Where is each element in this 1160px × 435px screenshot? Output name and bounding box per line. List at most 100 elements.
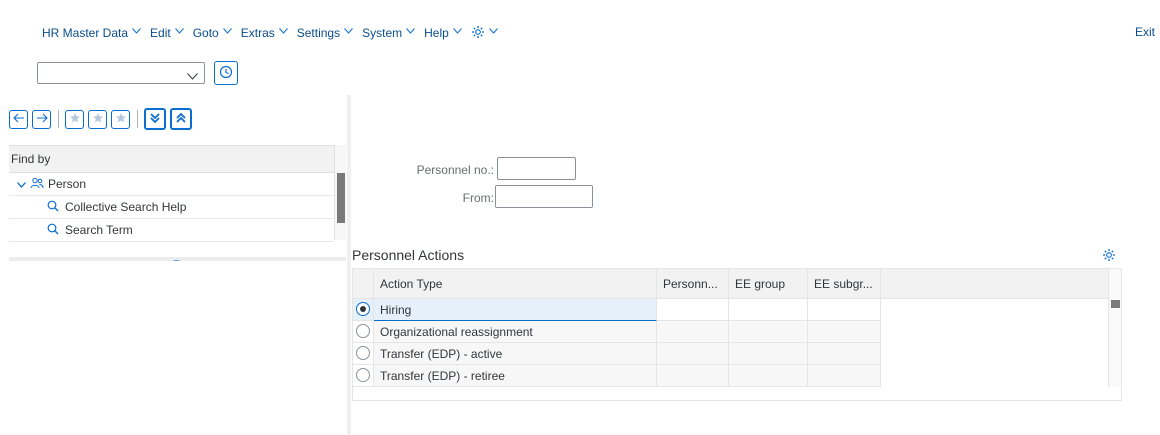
personnel-cell[interactable]	[657, 365, 729, 387]
ee-subgroup-cell[interactable]	[808, 365, 881, 387]
personnel-actions-table: Action Type Personn... EE group EE subgr…	[352, 268, 1122, 401]
column-header-action-type[interactable]: Action Type	[374, 269, 657, 299]
menu-goto[interactable]: Goto	[193, 26, 232, 40]
tree-header: Find by	[9, 145, 334, 173]
scrollbar-thumb[interactable]	[337, 173, 345, 223]
tree-item-label: Search Term	[65, 223, 133, 237]
collapse-all-button[interactable]	[170, 108, 192, 130]
ee-group-cell[interactable]	[729, 365, 808, 387]
command-field[interactable]	[37, 62, 205, 84]
forward-button[interactable]	[32, 109, 51, 129]
arrow-right-icon	[36, 112, 48, 126]
ee-subgroup-cell[interactable]	[808, 321, 881, 343]
chevron-down-icon[interactable]	[17, 177, 26, 191]
toolbar-separator	[58, 110, 59, 128]
history-button[interactable]	[214, 61, 238, 85]
gear-icon[interactable]	[1102, 248, 1116, 265]
vertical-divider[interactable]	[347, 95, 351, 435]
chevron-down-icon	[488, 28, 498, 36]
ee-group-cell[interactable]	[729, 343, 808, 365]
menu-settings[interactable]: Settings	[296, 26, 353, 40]
menu-settings-gear[interactable]	[471, 25, 498, 42]
action-type-cell[interactable]: Transfer (EDP) - active	[374, 343, 657, 365]
menu-label: Settings	[296, 26, 341, 40]
menu-hr-master-data[interactable]: HR Master Data	[42, 26, 141, 40]
remove-favorite-button[interactable]	[111, 109, 130, 129]
menu-label: System	[362, 26, 403, 40]
splitter-handle[interactable]: .....	[173, 255, 180, 263]
chevron-down-icon	[406, 28, 415, 36]
scrollbar-thumb[interactable]	[1111, 300, 1120, 308]
tree-item-person[interactable]: Person	[9, 173, 334, 196]
radio-button[interactable]	[356, 302, 370, 316]
tree-item-label: Collective Search Help	[65, 200, 187, 214]
section-title: Personnel Actions	[352, 247, 465, 263]
column-header-ee-group[interactable]: EE group	[729, 269, 808, 299]
from-label: From:	[462, 191, 494, 205]
star-add-icon	[69, 112, 81, 127]
ee-subgroup-cell[interactable]	[808, 299, 881, 321]
ee-subgroup-cell[interactable]	[808, 343, 881, 365]
personnel-cell[interactable]	[657, 299, 729, 321]
back-button[interactable]	[9, 109, 28, 129]
column-header-ee-subgroup[interactable]: EE subgr...	[808, 269, 881, 299]
star-remove-icon	[115, 112, 127, 127]
expand-all-icon	[149, 112, 161, 127]
chevron-down-icon	[174, 28, 184, 36]
collapse-all-icon	[175, 112, 187, 127]
tree-scrollbar[interactable]	[334, 145, 346, 240]
row-selector[interactable]	[353, 321, 374, 343]
history-icon	[219, 65, 233, 82]
chevron-down-icon	[132, 28, 141, 36]
radio-button[interactable]	[356, 324, 370, 338]
toolbar-separator	[137, 110, 138, 128]
panel-splitter[interactable]: .....	[9, 255, 346, 263]
exit-button[interactable]: Exit	[1135, 25, 1155, 39]
menu-label: Extras	[240, 26, 275, 40]
from-date-input[interactable]	[495, 185, 593, 208]
ee-group-cell[interactable]	[729, 321, 808, 343]
row-selector[interactable]	[353, 343, 374, 365]
add-favorite-button[interactable]	[65, 109, 84, 129]
action-type-cell[interactable]: Hiring	[374, 299, 657, 321]
personnel-cell[interactable]	[657, 343, 729, 365]
row-selector[interactable]	[353, 365, 374, 387]
ee-group-cell[interactable]	[729, 299, 808, 321]
personnel-no-input[interactable]	[497, 157, 576, 180]
table-scrollbar[interactable]	[1108, 269, 1121, 387]
tree-item-search-term[interactable]: Search Term	[9, 219, 334, 242]
chevron-down-icon[interactable]	[187, 69, 198, 83]
chevron-down-icon	[452, 28, 462, 36]
gear-icon	[471, 25, 485, 42]
row-selector[interactable]	[353, 299, 374, 321]
star-icon	[92, 112, 104, 127]
favorites-button[interactable]	[88, 109, 107, 129]
search-icon	[47, 223, 59, 238]
chevron-down-icon	[278, 28, 288, 36]
column-header-empty	[881, 269, 1109, 299]
menu-bar: HR Master Data Edit Goto Extras Settings…	[42, 23, 507, 43]
tree-item-collective-search-help[interactable]: Collective Search Help	[9, 196, 334, 219]
menu-system[interactable]: System	[362, 26, 415, 40]
menu-extras[interactable]: Extras	[240, 26, 288, 40]
expand-all-button[interactable]	[144, 108, 166, 130]
personnel-cell[interactable]	[657, 321, 729, 343]
menu-edit[interactable]: Edit	[150, 26, 184, 40]
radio-button[interactable]	[356, 346, 370, 360]
people-icon	[30, 177, 44, 192]
menu-label: Edit	[150, 26, 171, 40]
menu-label: Help	[424, 26, 449, 40]
radio-button[interactable]	[356, 368, 370, 382]
chevron-down-icon	[222, 28, 232, 36]
menu-help[interactable]: Help	[424, 26, 462, 40]
arrow-left-icon	[12, 112, 25, 126]
search-icon	[47, 200, 59, 215]
column-header-personnel[interactable]: Personn...	[657, 269, 729, 299]
action-type-cell[interactable]: Organizational reassignment	[374, 321, 657, 343]
personnel-no-label: Personnel no.:	[416, 163, 494, 177]
selector-column-header	[353, 269, 374, 299]
menu-label: HR Master Data	[42, 26, 129, 40]
navigation-toolbar	[9, 108, 196, 130]
chevron-down-icon	[344, 28, 353, 36]
action-type-cell[interactable]: Transfer (EDP) - retiree	[374, 365, 657, 387]
